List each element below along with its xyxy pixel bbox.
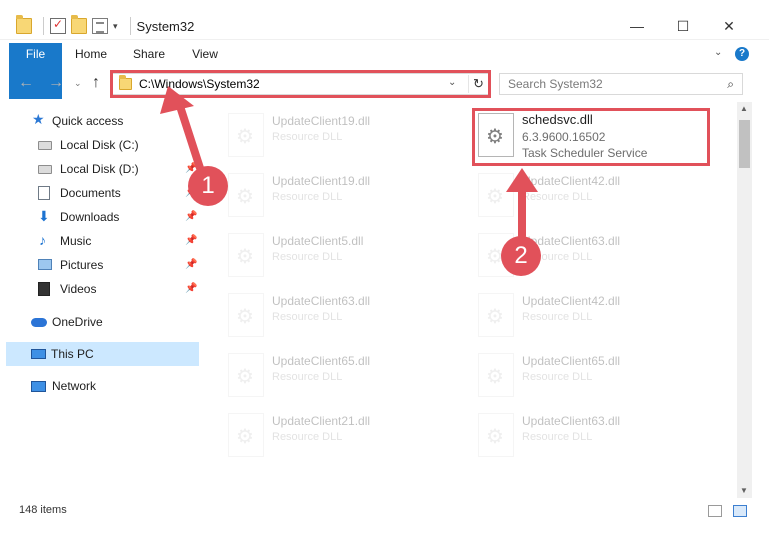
arrow-1 (160, 86, 204, 172)
annotation-arrows (160, 86, 538, 240)
arrow-2 (506, 168, 538, 240)
details-view-icon[interactable] (708, 505, 722, 517)
item-count: 148 items (19, 504, 67, 516)
step-badge-2: 2 (501, 236, 541, 276)
large-icons-view-icon[interactable] (733, 505, 747, 517)
status-bar: 148 items (0, 500, 769, 522)
step-badge-1: 1 (188, 166, 228, 206)
